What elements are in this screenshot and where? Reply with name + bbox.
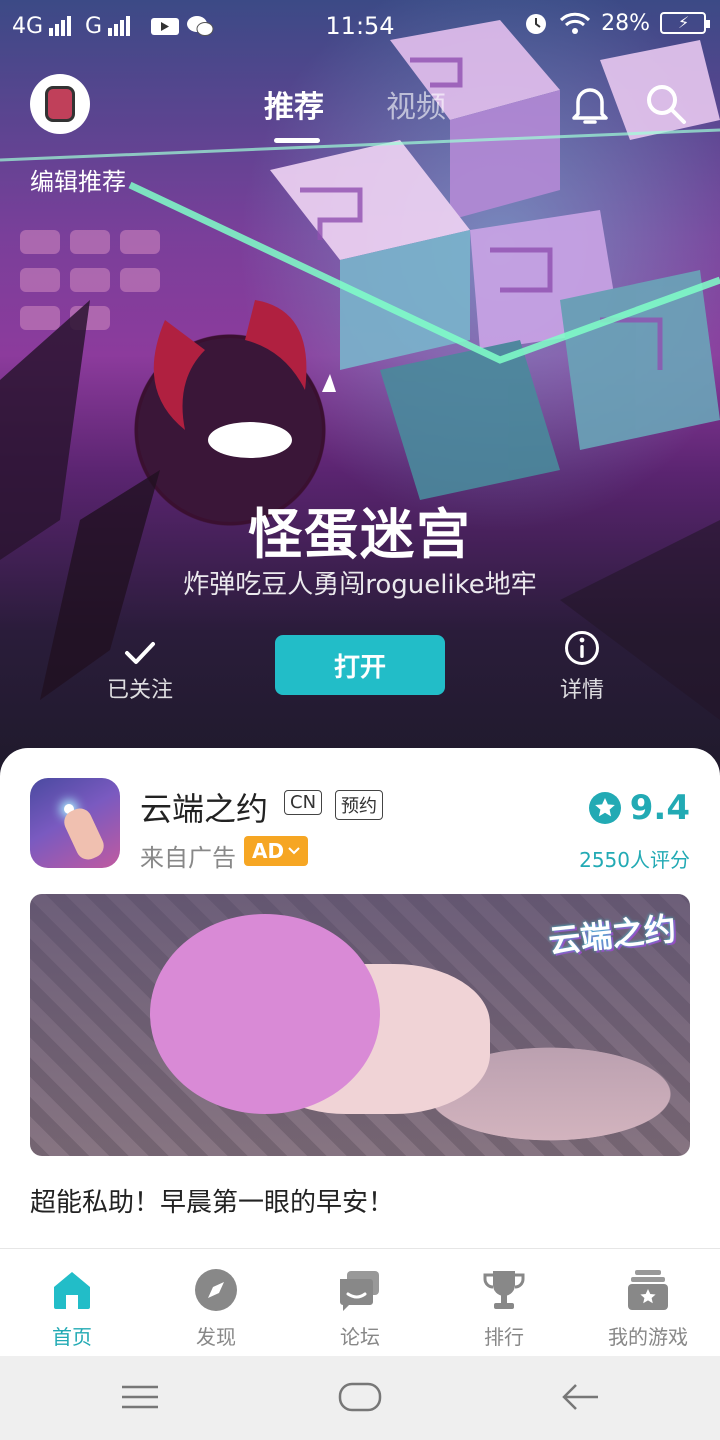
rating-count: 2550人评分	[579, 848, 690, 872]
followed-button[interactable]: 已关注	[100, 640, 180, 704]
tab-video[interactable]: 视频	[386, 82, 446, 126]
nav-forum-label: 论坛	[340, 1325, 380, 1349]
editor-recommend-label: 编辑推荐	[30, 168, 126, 196]
followed-label: 已关注	[106, 678, 173, 703]
home-button-icon[interactable]	[338, 1382, 382, 1412]
ad-caption[interactable]: 超能私助！早晨第一眼的早安！	[30, 1182, 394, 1219]
rating: 9.4	[588, 788, 690, 828]
ad-card[interactable]: 云端之约 CN 预约 来自广告 AD 9.4 2550人评分 云端之约 超能私助…	[0, 748, 720, 1248]
hero-game-subtitle: 炸弹吃豆人勇闯roguelike地牢	[183, 570, 537, 600]
back-icon[interactable]	[560, 1382, 600, 1412]
nav-discover-label: 发现	[196, 1325, 236, 1349]
status-bar: 4G G 11:54 28% ⚡	[0, 0, 720, 52]
nav-discover[interactable]: 发现	[144, 1249, 288, 1356]
hero-banner[interactable]: 4G G 11:54 28% ⚡ 推荐 视频 编辑推荐 怪蛋迷宫 炸弹吃豆人勇闯…	[0, 0, 720, 790]
nav-ranking-label: 排行	[484, 1325, 524, 1349]
details-button[interactable]: 详情	[552, 630, 612, 704]
ad-banner-image[interactable]: 云端之约	[30, 894, 690, 1156]
hero-game-title: 怪蛋迷宫	[248, 503, 472, 566]
info-icon	[565, 631, 599, 665]
alarm-icon	[526, 14, 547, 34]
menu-icon[interactable]	[120, 1382, 160, 1412]
forum-icon	[340, 1271, 379, 1311]
open-button[interactable]: 打开	[275, 635, 445, 695]
nav-ranking[interactable]: 排行	[432, 1249, 576, 1356]
avatar[interactable]	[30, 74, 90, 134]
region-tag: CN	[284, 790, 323, 815]
system-nav-bar	[0, 1356, 720, 1440]
bottom-nav: 首页 发现 论坛 排行 我的游戏	[0, 1248, 720, 1356]
nav-home-label: 首页	[52, 1325, 92, 1349]
status-right: 28% ⚡	[523, 10, 710, 36]
my-games-icon	[628, 1270, 668, 1310]
compass-icon	[195, 1269, 237, 1311]
search-icon[interactable]	[644, 82, 688, 126]
rating-value: 9.4	[629, 788, 690, 828]
ad-source-label: 来自广告	[140, 844, 236, 872]
star-icon	[588, 792, 621, 824]
tab-recommend[interactable]: 推荐	[264, 82, 324, 143]
nav-home[interactable]: 首页	[0, 1249, 144, 1356]
check-icon	[125, 642, 155, 664]
top-tabs: 推荐 视频	[264, 82, 446, 143]
nav-my-games-label: 我的游戏	[608, 1325, 688, 1349]
battery-percent: 28%	[601, 10, 650, 36]
battery-icon: ⚡	[660, 12, 710, 34]
wifi-icon	[560, 12, 591, 34]
preorder-tag: 预约	[335, 790, 383, 820]
app-name[interactable]: 云端之约	[140, 784, 268, 830]
ad-badge-label: AD	[252, 839, 285, 863]
chevron-down-icon	[288, 847, 300, 855]
avatar-image	[45, 86, 75, 122]
nav-my-games[interactable]: 我的游戏	[576, 1249, 720, 1356]
trophy-icon	[483, 1271, 525, 1309]
nav-forum[interactable]: 论坛	[288, 1249, 432, 1356]
home-icon	[54, 1272, 90, 1309]
app-icon[interactable]	[30, 778, 120, 868]
bell-icon[interactable]	[570, 82, 610, 126]
ad-badge[interactable]: AD	[244, 836, 309, 866]
details-label: 详情	[559, 678, 604, 703]
